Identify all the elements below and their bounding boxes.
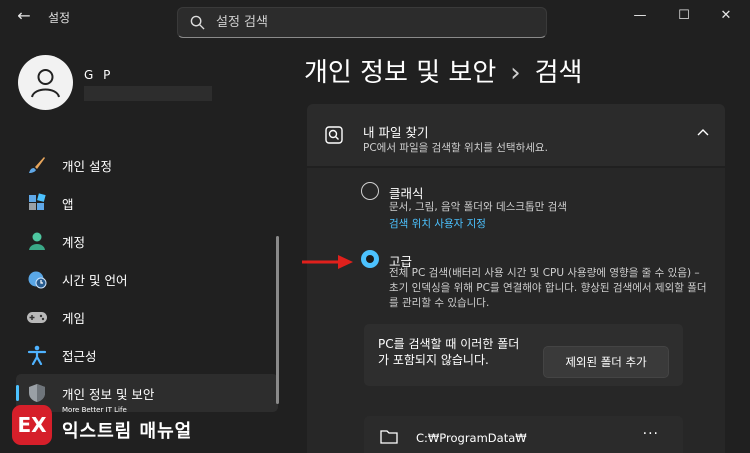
sidebar-item-accessibility[interactable]: 접근성 (16, 336, 278, 374)
file-search-icon (325, 126, 343, 144)
gamepad-icon (26, 306, 48, 328)
find-files-title: 내 파일 찾기 (363, 125, 429, 140)
radio-classic[interactable] (361, 182, 379, 200)
user-name: G P (84, 68, 114, 82)
more-options-button[interactable]: ··· (643, 426, 659, 442)
excluded-folder-row: C:₩ProgramData₩ ··· (364, 416, 683, 453)
sidebar-item-label: 계정 (62, 234, 86, 250)
apps-icon (26, 192, 48, 214)
chevron-up-icon[interactable] (697, 128, 709, 136)
sidebar-item-label: 개인 설정 (62, 158, 112, 174)
sidebar-item-label: 게임 (62, 310, 86, 326)
watermark-logo: EX (12, 405, 52, 445)
minimize-button[interactable]: — (628, 6, 652, 26)
accessibility-icon (26, 344, 48, 366)
radio-enhanced[interactable] (361, 250, 379, 268)
watermark-brand: 익스트림 매뉴얼 (62, 421, 193, 442)
sidebar-nav: 개인 설정 앱 계정 시간 및 언어 게임 접근성 개인 정보 및 보안 (16, 146, 278, 412)
add-excluded-folder-button[interactable]: 제외된 폴더 추가 (543, 346, 669, 378)
sidebar-item-label: 개인 정보 및 보안 (62, 386, 155, 402)
app-title: 설정 (48, 11, 71, 25)
sidebar-item-label: 시간 및 언어 (62, 272, 128, 288)
excluded-folders-message: PC를 검색할 때 이러한 폴더가 포함되지 않습니다. (378, 337, 520, 367)
sidebar-scrollbar[interactable] (276, 236, 279, 404)
search-icon (190, 15, 205, 30)
avatar[interactable] (18, 55, 73, 110)
folder-path: C:₩ProgramData₩ (416, 431, 527, 445)
sidebar-item-label: 접근성 (62, 348, 97, 364)
sidebar-item-accounts[interactable]: 계정 (16, 222, 278, 260)
folder-icon (380, 430, 398, 444)
sidebar-item-label: 앱 (62, 196, 74, 212)
page-title: 개인 정보 및 보안 › 검색 (304, 52, 582, 89)
option-classic-desc: 문서, 그림, 음악 폴더와 데스크톱만 검색 (389, 201, 567, 213)
breadcrumb-separator: › (510, 58, 521, 88)
search-box[interactable] (177, 7, 547, 38)
breadcrumb-current: 검색 (534, 58, 583, 88)
sidebar-item-time-language[interactable]: 시간 및 언어 (16, 260, 278, 298)
breadcrumb-parent[interactable]: 개인 정보 및 보안 (304, 58, 496, 88)
person-icon (31, 69, 60, 98)
maximize-button[interactable]: ☐ (672, 6, 696, 26)
customize-search-locations-link[interactable]: 검색 위치 사용자 지정 (389, 216, 486, 231)
sidebar-item-apps[interactable]: 앱 (16, 184, 278, 222)
watermark: EX More Better IT Life 익스트림 매뉴얼 (6, 403, 210, 449)
back-button[interactable]: ← (14, 6, 34, 26)
find-files-subtitle: PC에서 파일을 검색할 위치를 선택하세요. (363, 142, 548, 154)
red-arrow-icon (302, 255, 353, 269)
sidebar-item-personalization[interactable]: 개인 설정 (16, 146, 278, 184)
find-files-expander[interactable]: 내 파일 찾기 PC에서 파일을 검색할 위치를 선택하세요. (307, 104, 725, 166)
watermark-tagline: More Better IT Life (62, 406, 127, 414)
search-input[interactable] (216, 8, 536, 37)
user-email-redacted (84, 86, 212, 101)
close-button[interactable]: ✕ (714, 6, 738, 26)
shield-icon (26, 382, 48, 404)
person-icon (26, 230, 48, 252)
excluded-folders-card: PC를 검색할 때 이러한 폴더가 포함되지 않습니다. 제외된 폴더 추가 (364, 324, 683, 386)
option-enhanced-desc: 전체 PC 검색(배터리 사용 시간 및 CPU 사용량에 영향을 줄 수 있음… (389, 267, 707, 309)
globe-clock-icon (26, 268, 48, 290)
sidebar-item-gaming[interactable]: 게임 (16, 298, 278, 336)
paintbrush-icon (26, 154, 48, 176)
